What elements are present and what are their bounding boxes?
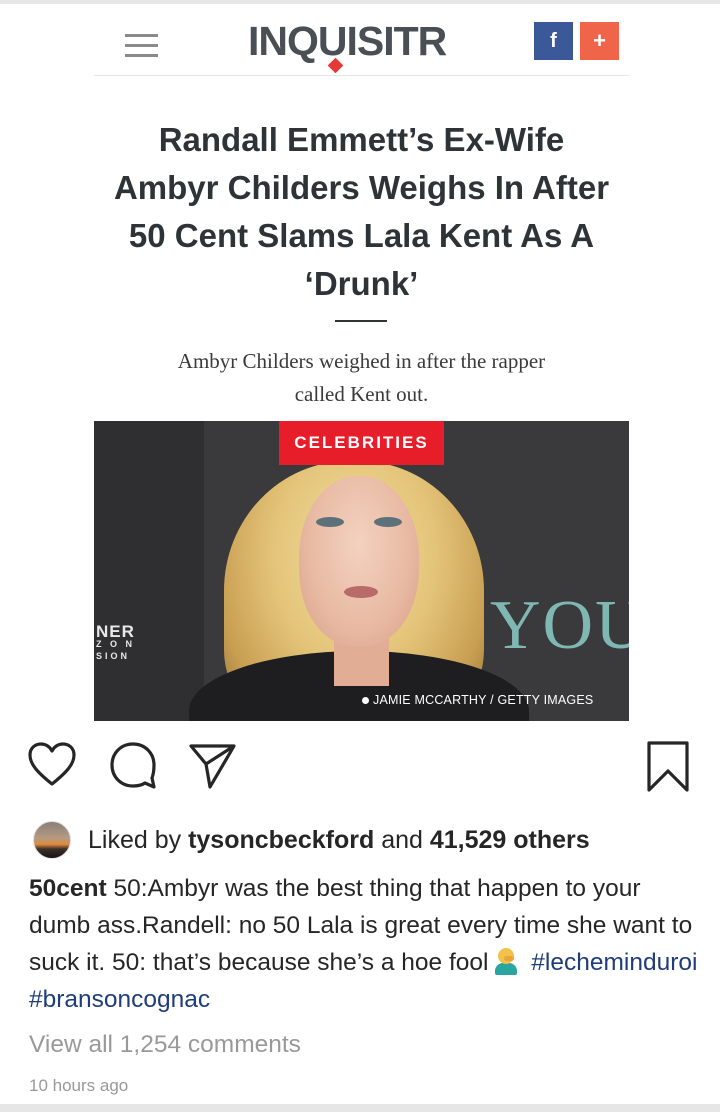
portrait-lips bbox=[344, 586, 378, 598]
hashtag-link[interactable]: #bransoncognac bbox=[29, 986, 210, 1013]
bottom-divider bbox=[0, 1104, 720, 1112]
menu-icon[interactable] bbox=[125, 34, 158, 58]
facepalm-emoji-icon bbox=[492, 947, 520, 975]
camera-icon bbox=[362, 697, 369, 705]
hero-image: NER Z O N SION YOU CELEBRITIES JAMIE MCC… bbox=[94, 421, 629, 721]
post-caption: 50cent 50:Ambyr was the best thing that … bbox=[29, 870, 704, 1018]
liker-username[interactable]: tysoncbeckford bbox=[188, 826, 374, 855]
category-badge[interactable]: CELEBRITIES bbox=[279, 421, 444, 465]
backdrop-text-left-line2: Z O N bbox=[96, 639, 135, 649]
site-logo: INQUISITR bbox=[248, 18, 447, 64]
headline-divider bbox=[335, 320, 387, 322]
bookmark-icon[interactable] bbox=[645, 740, 691, 794]
facebook-share-button[interactable]: f bbox=[534, 22, 573, 60]
article-screenshot: INQUISITR f + Randall Emmett’s Ex-Wife A… bbox=[94, 4, 629, 721]
view-all-comments-link[interactable]: View all 1,254 comments bbox=[29, 1031, 301, 1059]
likes-line: Liked by tysoncbeckford and 41,529 other… bbox=[33, 821, 590, 859]
likes-count[interactable]: 41,529 others bbox=[430, 826, 590, 855]
backdrop-panel bbox=[94, 421, 204, 721]
portrait-face bbox=[299, 476, 419, 646]
post-action-bar bbox=[0, 740, 720, 800]
caption-username[interactable]: 50cent bbox=[29, 875, 107, 902]
more-share-button[interactable]: + bbox=[580, 22, 619, 60]
hashtag-link[interactable]: #lecheminduroi bbox=[531, 949, 697, 976]
likes-prefix: Liked by bbox=[88, 825, 182, 854]
likes-middle: and bbox=[381, 825, 423, 854]
heart-icon[interactable] bbox=[27, 740, 77, 790]
photo-credit: JAMIE MCCARTHY / GETTY IMAGES bbox=[362, 693, 593, 707]
backdrop-text-left-line3: SION bbox=[96, 651, 131, 661]
backdrop-text-right: YOU bbox=[490, 587, 629, 664]
comment-icon[interactable] bbox=[108, 740, 158, 790]
portrait-eye-right bbox=[374, 517, 402, 527]
share-icon[interactable] bbox=[188, 740, 238, 790]
site-header: INQUISITR f + bbox=[94, 4, 629, 76]
photo-credit-text: JAMIE MCCARTHY / GETTY IMAGES bbox=[373, 693, 594, 707]
portrait-eye-left bbox=[316, 517, 344, 527]
article-subheadline: Ambyr Childers weighed in after the rapp… bbox=[177, 349, 546, 406]
post-timestamp: 10 hours ago bbox=[29, 1076, 129, 1095]
avatar[interactable] bbox=[33, 821, 71, 859]
backdrop-text-left: NER Z O N SION bbox=[96, 623, 135, 662]
article-headline: Randall Emmett’s Ex-Wife Ambyr Childers … bbox=[113, 121, 610, 302]
